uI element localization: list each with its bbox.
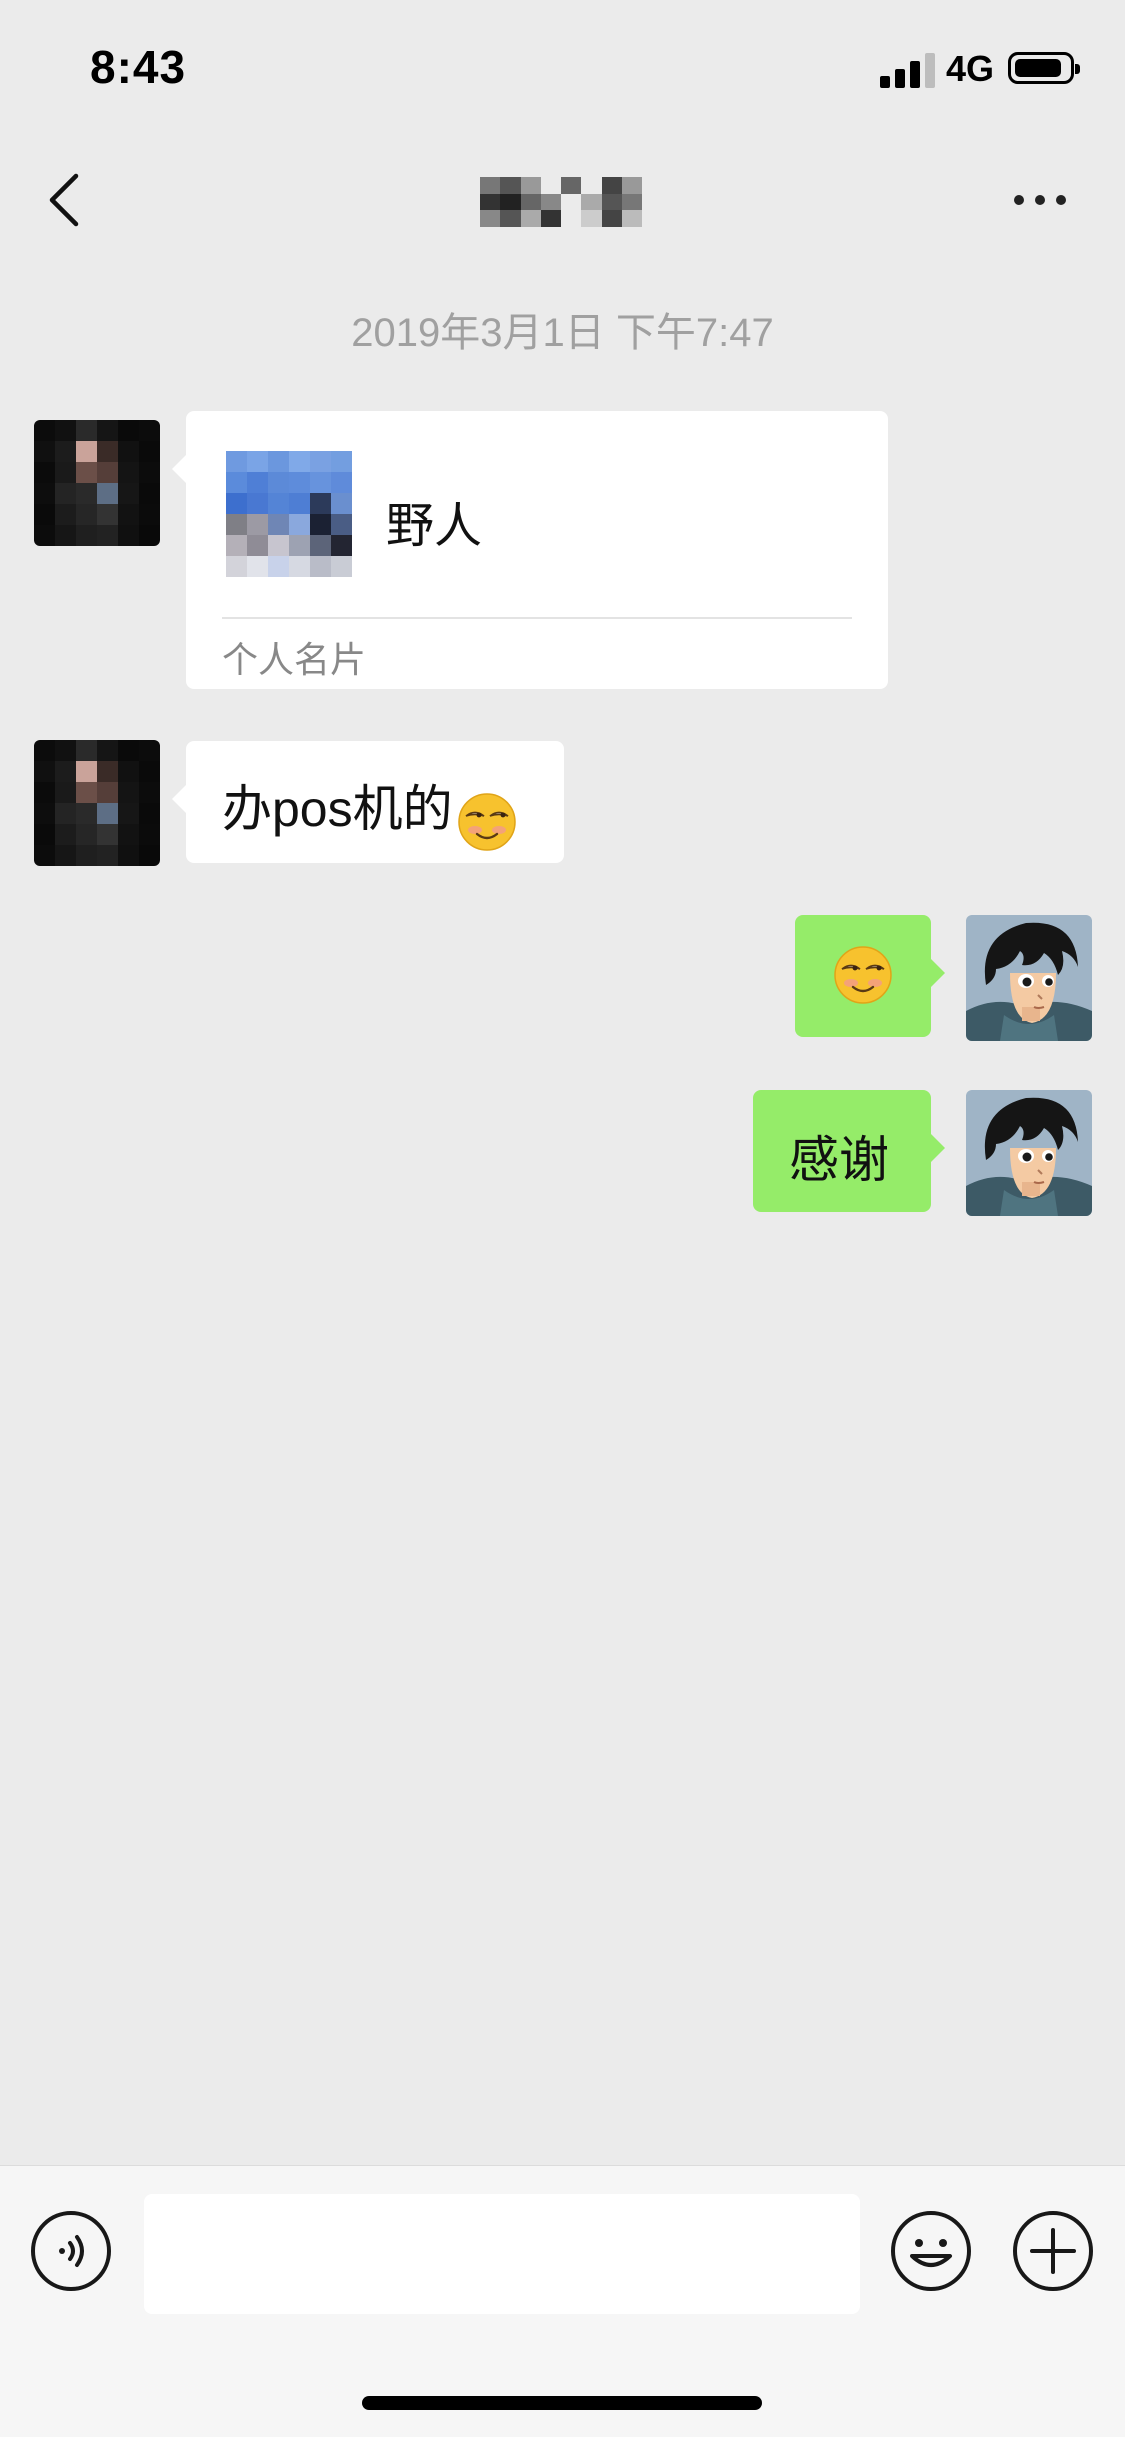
emoji-message-outgoing[interactable] [795, 915, 945, 1037]
signal-strength-icon [880, 52, 936, 88]
contact-card-message[interactable]: 野人 个人名片 [172, 411, 888, 689]
contact-card-photo [226, 451, 352, 577]
sender-avatar[interactable] [34, 420, 160, 546]
nav-bar [0, 135, 1125, 265]
chat-title-redacted [480, 177, 642, 227]
message-timestamp: 2019年3月1日 下午7:47 [351, 311, 774, 355]
my-avatar[interactable] [966, 1090, 1092, 1216]
smirk-emoji-icon [457, 792, 517, 852]
contact-card-type: 个人名片 [222, 639, 367, 680]
my-avatar[interactable] [966, 915, 1092, 1041]
chevron-left-icon[interactable] [40, 170, 90, 230]
network-type: 4G [946, 48, 995, 89]
emoji-face-icon[interactable] [890, 2210, 972, 2292]
voice-icon[interactable] [30, 2210, 112, 2292]
text-message-outgoing[interactable]: 感谢 [753, 1090, 945, 1212]
status-time: 8:43 [90, 41, 187, 93]
anime-boy-avatar-icon [966, 915, 1092, 1041]
plus-circle-icon[interactable] [1012, 2210, 1094, 2292]
text-message-incoming[interactable]: 办pos机的 [172, 741, 564, 863]
more-dots-icon[interactable] [1010, 185, 1070, 215]
message-text: 办pos机的 [222, 781, 453, 837]
sender-avatar[interactable] [34, 740, 160, 866]
battery-icon [1008, 52, 1080, 84]
contact-card-name: 野人 [386, 500, 483, 553]
home-indicator[interactable] [362, 2396, 762, 2410]
smirk-emoji-icon [833, 945, 893, 1005]
anime-boy-avatar-icon [966, 1090, 1092, 1216]
message-input[interactable] [144, 2194, 860, 2314]
message-text: 感谢 [789, 1132, 889, 1188]
card-divider [222, 617, 852, 619]
status-bar: 8:43 4G [0, 0, 1125, 135]
